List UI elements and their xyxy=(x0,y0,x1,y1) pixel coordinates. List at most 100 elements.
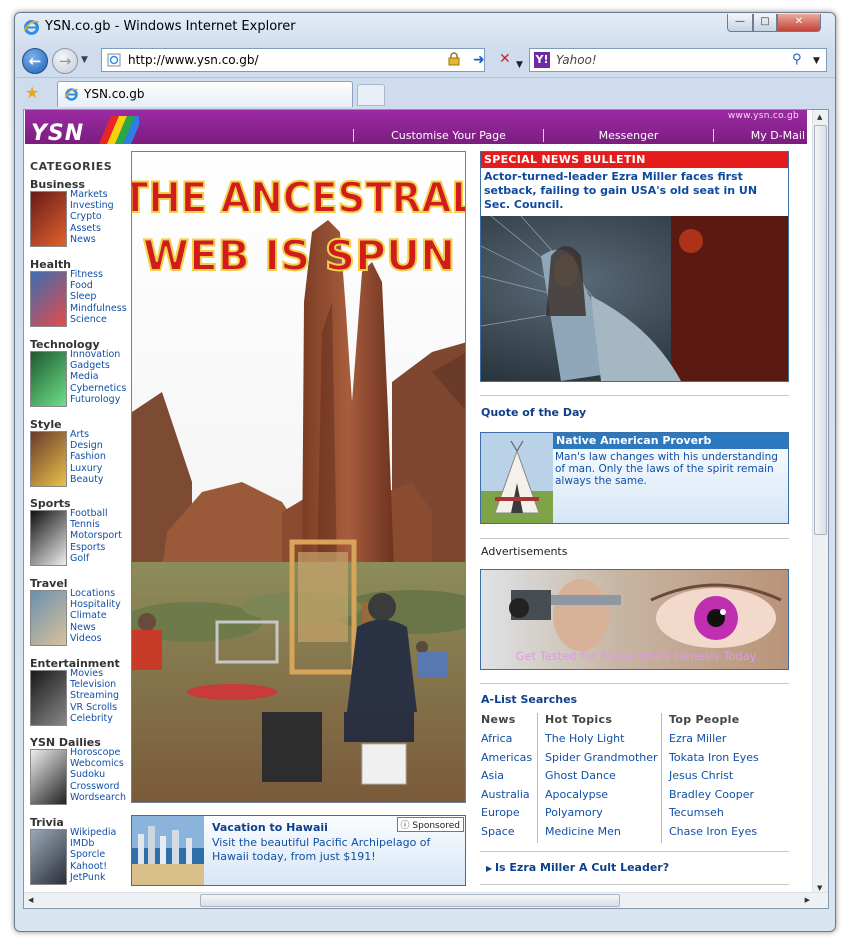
ysn-logo[interactable]: YSN xyxy=(29,116,139,144)
recent-pages-dropdown-icon[interactable]: ▼ xyxy=(81,55,88,65)
category-link[interactable]: Sleep xyxy=(70,291,127,302)
category-thumbnail[interactable] xyxy=(30,749,67,805)
category-thumbnail[interactable] xyxy=(30,271,67,327)
alist-link[interactable]: Chase Iron Eyes xyxy=(669,823,759,842)
category-link[interactable]: Crypto xyxy=(70,211,114,222)
category-link[interactable]: Horoscope xyxy=(70,747,126,758)
category-link[interactable]: Golf xyxy=(70,553,122,564)
category-link[interactable]: Television xyxy=(70,679,119,690)
tab-ysn[interactable]: YSN.co.gb xyxy=(57,81,353,107)
category-link[interactable]: Crossword xyxy=(70,781,126,792)
category-link[interactable]: Food xyxy=(70,280,127,291)
bulletin-image[interactable] xyxy=(481,216,788,381)
category-link[interactable]: Markets xyxy=(70,189,114,200)
go-arrow-icon[interactable]: ➜ xyxy=(473,52,485,68)
category-link[interactable]: Investing xyxy=(70,200,114,211)
hawaii-image[interactable] xyxy=(132,816,204,885)
bulletin-headline[interactable]: Actor-turned-leader Ezra Miller faces fi… xyxy=(484,170,786,212)
category-link[interactable]: Locations xyxy=(70,588,121,599)
category-link[interactable]: Fashion xyxy=(70,451,106,462)
alist-link[interactable]: Americas xyxy=(481,749,532,768)
special-news-bulletin[interactable]: SPECIAL NEWS BULLETIN Actor-turned-leade… xyxy=(480,151,789,382)
search-placeholder[interactable]: Yahoo! xyxy=(556,53,597,67)
cult-leader-link-label[interactable]: Is Ezra Miller A Cult Leader? xyxy=(495,861,669,874)
category-link[interactable]: Design xyxy=(70,440,106,451)
scroll-right-icon[interactable]: ▶ xyxy=(805,896,810,904)
category-link[interactable]: VR Scrolls xyxy=(70,702,119,713)
category-thumbnail[interactable] xyxy=(30,191,67,247)
forward-button[interactable]: → xyxy=(52,48,78,74)
category-link[interactable]: Movies xyxy=(70,668,119,679)
minimize-button[interactable]: — xyxy=(727,14,753,32)
url-text[interactable]: http://www.ysn.co.gb/ xyxy=(128,53,259,67)
back-button[interactable]: ← xyxy=(22,48,48,74)
horizontal-scroll-thumb[interactable] xyxy=(200,894,620,907)
category-link[interactable]: News xyxy=(70,234,114,245)
maximize-button[interactable]: □ xyxy=(753,14,777,32)
stop-icon[interactable]: ✕ xyxy=(499,51,511,67)
category-link[interactable]: Esports xyxy=(70,542,122,553)
category-thumbnail[interactable] xyxy=(30,590,67,646)
alist-link[interactable]: Ezra Miller xyxy=(669,730,759,749)
scroll-left-icon[interactable]: ◀ xyxy=(28,896,33,904)
category-link[interactable]: Football xyxy=(70,508,122,519)
category-link[interactable]: Climate xyxy=(70,610,121,621)
category-link[interactable]: Assets xyxy=(70,223,114,234)
category-thumbnail[interactable] xyxy=(30,829,67,885)
category-link[interactable]: Sudoku xyxy=(70,769,126,780)
category-link[interactable]: Innovation xyxy=(70,349,126,360)
alist-link[interactable]: Europe xyxy=(481,804,532,823)
alist-link[interactable]: Australia xyxy=(481,786,532,805)
category-link[interactable]: Beauty xyxy=(70,474,106,485)
hero-image[interactable]: THE ANCESTRAL WEB IS SPUN xyxy=(132,152,466,803)
sponsored-hawaii[interactable]: Vacation to Hawaii Visit the beautiful P… xyxy=(131,815,466,886)
nav-messenger[interactable]: Messenger xyxy=(543,129,713,142)
category-link[interactable]: Futurology xyxy=(70,394,126,405)
category-thumbnail[interactable] xyxy=(30,351,67,407)
category-link[interactable]: Fitness xyxy=(70,269,127,280)
alist-link[interactable]: Medicine Men xyxy=(545,823,658,842)
category-link[interactable]: Arts xyxy=(70,429,106,440)
hero-feature[interactable]: THE ANCESTRAL WEB IS SPUN xyxy=(131,151,466,803)
category-link[interactable]: Hospitality xyxy=(70,599,121,610)
address-dropdown-icon[interactable]: ▼ xyxy=(516,60,523,70)
alist-link[interactable]: Spider Grandmother xyxy=(545,749,658,768)
category-link[interactable]: Tennis xyxy=(70,519,122,530)
sponsored-text[interactable]: Visit the beautiful Pacific Archipelago … xyxy=(212,836,458,864)
horizontal-scrollbar[interactable]: ◀ ▶ xyxy=(24,892,828,908)
alist-link[interactable]: Polyamory xyxy=(545,804,658,823)
alist-link[interactable]: Space xyxy=(481,823,532,842)
alist-link[interactable]: The Holy Light xyxy=(545,730,658,749)
category-link[interactable]: Gadgets xyxy=(70,360,126,371)
category-link[interactable]: Wikipedia xyxy=(70,827,116,838)
search-icon[interactable]: ⚲ xyxy=(792,52,802,67)
category-link[interactable]: Science xyxy=(70,314,127,325)
close-button[interactable]: ✕ xyxy=(777,14,821,32)
nav-customise[interactable]: Customise Your Page xyxy=(353,129,543,142)
quote-of-the-day[interactable]: Native American Proverb Man's law change… xyxy=(480,432,789,524)
favorites-star-icon[interactable]: ★ xyxy=(25,83,39,102)
category-link[interactable]: Kahoot! xyxy=(70,861,116,872)
category-link[interactable]: Luxury xyxy=(70,463,106,474)
category-link[interactable]: Wordsearch xyxy=(70,792,126,803)
alist-link[interactable]: Africa xyxy=(481,730,532,749)
nav-my-dmail[interactable]: My D-Mail xyxy=(713,129,805,142)
scroll-down-icon[interactable]: ▼ xyxy=(817,884,822,892)
lock-icon[interactable] xyxy=(447,52,461,66)
search-box[interactable]: Y! Yahoo! ⚲ ▼ xyxy=(529,48,827,72)
alist-link[interactable]: Jesus Christ xyxy=(669,767,759,786)
category-link[interactable]: IMDb xyxy=(70,838,116,849)
alist-link[interactable]: Ghost Dance xyxy=(545,767,658,786)
ad-banner[interactable]: Get Tested for Alexandria's Genesis Toda… xyxy=(480,569,789,670)
category-link[interactable]: News xyxy=(70,622,121,633)
category-link[interactable]: Webcomics xyxy=(70,758,126,769)
category-thumbnail[interactable] xyxy=(30,510,67,566)
category-link[interactable]: Mindfulness xyxy=(70,303,127,314)
category-link[interactable]: Media xyxy=(70,371,126,382)
category-link[interactable]: Celebrity xyxy=(70,713,119,724)
category-link[interactable]: Sporcle xyxy=(70,849,116,860)
category-link[interactable]: Motorsport xyxy=(70,530,122,541)
category-thumbnail[interactable] xyxy=(30,431,67,487)
address-bar[interactable]: http://www.ysn.co.gb/ ▼ xyxy=(101,48,523,72)
category-thumbnail[interactable] xyxy=(30,670,67,726)
